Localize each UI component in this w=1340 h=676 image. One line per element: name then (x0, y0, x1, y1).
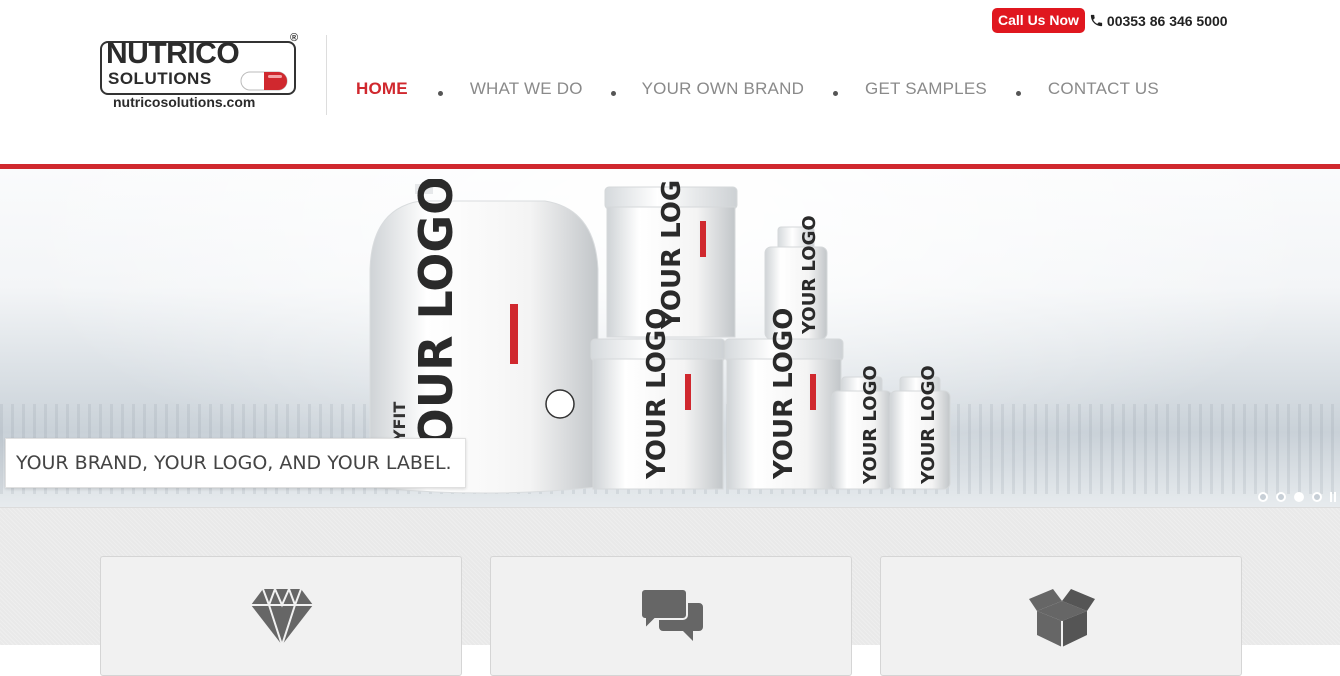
nav-what-we-do[interactable]: WHAT WE DO (470, 79, 583, 99)
call-area: Call Us Now 00353 86 346 5000 (992, 8, 1228, 33)
logo-url: nutricosolutions.com (113, 94, 256, 110)
nav-separator (1015, 90, 1021, 96)
nav-separator (437, 90, 443, 96)
nav-home[interactable]: HOME (356, 79, 408, 99)
logo-name: NUTRICO (106, 37, 240, 70)
open-box-icon (1029, 589, 1095, 647)
feature-card-2[interactable] (490, 556, 852, 676)
speech-bubbles-icon (641, 588, 703, 641)
nav-get-samples[interactable]: GET SAMPLES (865, 79, 987, 99)
slide-dot-3[interactable] (1294, 492, 1304, 502)
bottle-logo-text-2: YOUR LOGO (860, 365, 881, 485)
registered-mark: ® (290, 32, 299, 44)
slide-dot-1[interactable] (1258, 492, 1268, 502)
features-section (0, 507, 1340, 676)
bottle-logo-text: YOUR LOGO (799, 215, 820, 335)
tub-logo-text-3: YOUR LOGO (642, 308, 672, 480)
diamond-icon (251, 588, 313, 647)
capsule-logo-icon (240, 71, 288, 91)
header-divider (326, 35, 327, 115)
tub-logo-text-4: YOUR LOGO (769, 308, 799, 480)
slide-dot-4[interactable] (1312, 492, 1322, 502)
site-logo[interactable]: NUTRICO SOLUTIONS ® nutricosolutions.com (100, 32, 302, 113)
nav-separator (833, 90, 839, 96)
feature-card-1[interactable] (100, 556, 462, 676)
feature-card-3[interactable] (880, 556, 1242, 676)
slider-pause-button[interactable] (1330, 492, 1336, 502)
site-header: Call Us Now 00353 86 346 5000 NUTRICO SO… (0, 0, 1340, 165)
tub-logo-text-2: YOUR LOGO (657, 179, 687, 330)
nav-separator (610, 90, 616, 96)
logo-subtitle: SOLUTIONS (108, 69, 212, 88)
nav-your-own-brand[interactable]: YOUR OWN BRAND (642, 79, 804, 99)
main-nav: HOME WHAT WE DO YOUR OWN BRAND GET SAMPL… (356, 78, 1159, 100)
hero-caption: YOUR BRAND, YOUR LOGO, AND YOUR LABEL. (5, 438, 466, 488)
phone-number[interactable]: 00353 86 346 5000 (1107, 13, 1228, 29)
nav-contact-us[interactable]: CONTACT US (1048, 79, 1159, 99)
call-us-now-button[interactable]: Call Us Now (992, 8, 1085, 33)
bottle-logo-text-3: YOUR LOGO (918, 365, 939, 485)
slide-dot-2[interactable] (1276, 492, 1286, 502)
slider-pagination (1258, 492, 1336, 502)
phone-icon (1089, 13, 1104, 28)
tub-logo-text: YOUR LOGO (409, 179, 463, 480)
hero-slider[interactable]: YOUR LOGO BODYFIT YOUR LOGO YOUR LOGO YO… (0, 169, 1340, 507)
